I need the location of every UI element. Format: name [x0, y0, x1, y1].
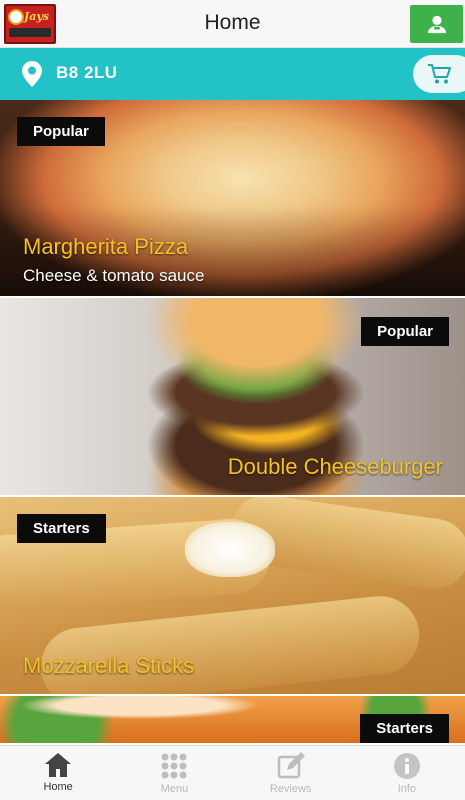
menu-card-double-cheeseburger[interactable]: Popular Double Cheeseburger	[0, 298, 465, 497]
account-button[interactable]	[410, 5, 463, 43]
postcode-label: B8 2LU	[56, 63, 118, 82]
starters-tag: Starters	[17, 514, 106, 543]
item-description: Cheese & tomato sauce	[23, 266, 205, 285]
cart-button[interactable]	[413, 55, 465, 93]
cart-icon	[428, 64, 451, 84]
nav-reviews[interactable]: Reviews	[233, 746, 349, 800]
menu-card-mozzarella-sticks[interactable]: Starters Mozzarella Sticks	[0, 497, 465, 696]
item-name: Double Cheeseburger	[227, 454, 443, 479]
photo-detail	[185, 522, 275, 577]
location-pin-icon	[22, 61, 42, 87]
nav-home[interactable]: Home	[0, 746, 116, 800]
nav-label: Menu	[160, 783, 189, 795]
menu-card-starters[interactable]: Starters	[0, 696, 465, 745]
top-bar: Jays Home	[0, 0, 465, 48]
page-title: Home	[204, 11, 261, 34]
nav-info[interactable]: Info	[349, 746, 465, 800]
user-icon	[427, 15, 446, 34]
popular-tag: Popular	[361, 317, 449, 346]
bottom-nav: Home Menu Reviews Info	[0, 745, 465, 800]
menu-card-margherita-pizza[interactable]: Popular Margherita Pizza Cheese & tomato…	[0, 100, 465, 298]
nav-label: Home	[43, 781, 73, 793]
edit-icon	[277, 752, 305, 779]
grid-icon	[161, 753, 187, 779]
home-icon	[45, 753, 72, 777]
starters-tag: Starters	[360, 714, 449, 743]
info-icon	[393, 753, 420, 779]
item-name: Margherita Pizza	[23, 234, 189, 259]
location-bar[interactable]: B8 2LU	[0, 48, 465, 100]
nav-label: Info	[397, 783, 417, 795]
item-name: Mozzarella Sticks	[23, 653, 195, 678]
nav-label: Reviews	[269, 783, 312, 795]
app-root: Jays Home B8 2LU Popular Margherita Pizz…	[0, 0, 465, 800]
popular-tag: Popular	[17, 117, 105, 146]
nav-menu[interactable]: Menu	[116, 746, 232, 800]
